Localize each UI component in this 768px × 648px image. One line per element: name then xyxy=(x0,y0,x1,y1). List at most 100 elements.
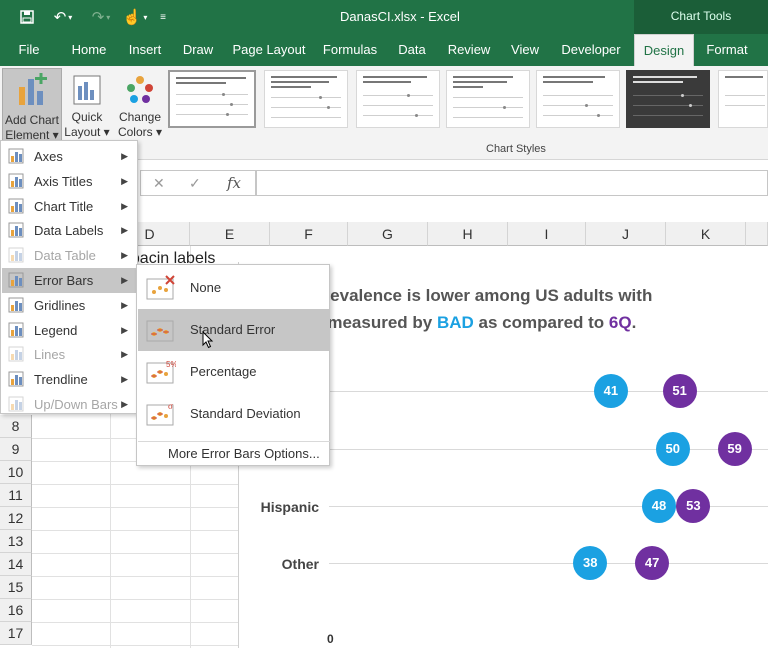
menu-item-up-down-bars: Up/Down Bars ▶ xyxy=(2,392,136,417)
tab-design[interactable]: Design xyxy=(634,34,694,66)
menu-item-chart-title[interactable]: Chart Title ▶ xyxy=(2,194,136,219)
column-header-partial[interactable] xyxy=(746,222,768,246)
row-header-10[interactable]: 10 xyxy=(0,461,32,484)
error-bars-percentage-label: Percentage xyxy=(190,364,257,379)
chart-style-3[interactable] xyxy=(356,70,440,128)
axes-icon xyxy=(8,148,24,164)
data-point-bad[interactable]: 48 xyxy=(642,489,676,523)
tab-home[interactable]: Home xyxy=(64,34,114,66)
save-icon[interactable] xyxy=(16,7,38,27)
chart-styles-group-label: Chart Styles xyxy=(486,143,546,155)
change-colors-label-1: Change xyxy=(118,110,162,124)
menu-item-gridlines[interactable]: Gridlines ▶ xyxy=(2,293,136,318)
row-header-11[interactable]: 11 xyxy=(0,484,32,507)
chart-style-4[interactable] xyxy=(446,70,530,128)
menu-item-data-labels[interactable]: Data Labels ▶ xyxy=(2,218,136,243)
formula-input[interactable] xyxy=(256,170,768,196)
row-header-13[interactable]: 13 xyxy=(0,530,32,553)
column-header-f[interactable]: F xyxy=(270,222,348,246)
chart-title[interactable]: y prevalence is lower among US adults wi… xyxy=(299,282,768,336)
add-chart-element-button[interactable]: Add Chart Element ▾ xyxy=(2,68,62,142)
svg-text:σ: σ xyxy=(168,401,173,411)
menu-item-axis-titles[interactable]: Axis Titles ▶ xyxy=(2,169,136,194)
data-point-sixq[interactable]: 47 xyxy=(635,546,670,580)
change-colors-label-2: Colors ▾ xyxy=(117,125,163,139)
x-axis-tick: 0 xyxy=(327,632,334,646)
row-header-15[interactable]: 15 xyxy=(0,576,32,599)
menu-item-label: Error Bars xyxy=(34,273,94,288)
updown-bars-icon xyxy=(8,396,24,412)
menu-item-label: Axis Titles xyxy=(34,173,93,189)
add-chart-element-icon xyxy=(19,73,47,105)
tab-format[interactable]: Format xyxy=(700,34,754,66)
grid-line xyxy=(32,599,238,600)
menu-item-label: Gridlines xyxy=(34,297,86,313)
chart-gridline xyxy=(329,391,768,392)
tab-review[interactable]: Review xyxy=(442,34,496,66)
error-bars-none-item[interactable]: None xyxy=(138,267,330,309)
row-header-14[interactable]: 14 xyxy=(0,553,32,576)
tab-file[interactable]: File xyxy=(8,34,50,66)
redo-icon: ↷ ▾ xyxy=(91,9,111,26)
chart-gridline xyxy=(329,449,768,450)
tab-view[interactable]: View xyxy=(504,34,546,66)
data-point-bad[interactable]: 50 xyxy=(655,432,690,466)
chart-style-2[interactable] xyxy=(264,70,348,128)
error-bars-std-dev-item[interactable]: σ Standard Deviation xyxy=(138,393,330,435)
more-error-bars-options[interactable]: More Error Bars Options... xyxy=(138,441,330,465)
menu-item-axes[interactable]: Axes ▶ xyxy=(2,144,136,169)
chart-style-5[interactable] xyxy=(536,70,620,128)
column-header-h[interactable]: H xyxy=(428,222,508,246)
chart-title-line-1: y prevalence is lower among US adults wi… xyxy=(299,286,653,305)
column-header-k[interactable]: K xyxy=(666,222,746,246)
row-header-16[interactable]: 16 xyxy=(0,599,32,622)
column-header-i[interactable]: I xyxy=(508,222,586,246)
data-point-bad[interactable]: 38 xyxy=(573,546,608,580)
row-header-8[interactable]: 8 xyxy=(0,415,32,438)
data-point-sixq[interactable]: 59 xyxy=(717,432,752,466)
row-header-17[interactable]: 17 xyxy=(0,622,32,645)
chart-style-7[interactable] xyxy=(718,70,768,128)
menu-item-error-bars[interactable]: Error Bars ▶ xyxy=(2,268,136,293)
chevron-right-icon: ▶ xyxy=(121,349,128,360)
undo-icon[interactable]: ↶ ▾ xyxy=(48,7,78,27)
data-point-bad[interactable]: 41 xyxy=(593,374,628,408)
column-header-j[interactable]: J xyxy=(586,222,666,246)
tab-developer[interactable]: Developer xyxy=(554,34,628,66)
customize-qat-icon[interactable]: ≡ xyxy=(156,7,170,27)
error-bars-percentage-item[interactable]: 5% Percentage xyxy=(138,351,330,393)
menu-item-data-table: Data Table ▶ xyxy=(2,243,136,268)
quick-layout-icon xyxy=(73,75,101,105)
ribbon-tabs: File Home Insert Draw Page Layout Formul… xyxy=(0,34,768,66)
insert-function-icon[interactable]: fx xyxy=(227,174,241,192)
chart-style-1[interactable] xyxy=(168,70,256,128)
chart-title-line-2: ies measured by BAD as compared to 6Q. xyxy=(299,309,768,336)
touch-mode-icon[interactable]: ☝ ▾ xyxy=(120,7,150,27)
error-bars-standard-error-item[interactable]: Standard Error xyxy=(138,309,330,351)
row-header-9[interactable]: 9 xyxy=(0,438,32,461)
chart-style-6[interactable] xyxy=(626,70,710,128)
menu-item-legend[interactable]: Legend ▶ xyxy=(2,318,136,343)
enter-icon[interactable]: ✓ xyxy=(189,175,201,192)
quick-layout-button[interactable]: Quick Layout ▾ xyxy=(64,68,110,142)
menu-item-trendline[interactable]: Trendline ▶ xyxy=(2,367,136,392)
tab-formulas[interactable]: Formulas xyxy=(318,34,382,66)
tab-data[interactable]: Data xyxy=(392,34,432,66)
menu-item-label: Lines xyxy=(34,347,66,363)
tab-draw[interactable]: Draw xyxy=(176,34,220,66)
change-colors-button[interactable]: Change Colors ▾ xyxy=(116,68,164,142)
lines-icon xyxy=(8,346,24,362)
data-point-sixq[interactable]: 51 xyxy=(662,374,697,408)
tab-insert[interactable]: Insert xyxy=(122,34,168,66)
row-header-12[interactable]: 12 xyxy=(0,507,32,530)
column-header-e[interactable]: E xyxy=(190,222,270,246)
chevron-right-icon: ▶ xyxy=(121,374,128,385)
chart-styles-gallery xyxy=(166,70,768,134)
title-bar: ↶ ▾ ↷ ▾ ☝ ▾ ≡ DanasCI.xlsx - Excel Chart To… xyxy=(0,0,768,34)
data-point-sixq[interactable]: 53 xyxy=(676,489,711,523)
chevron-right-icon: ▶ xyxy=(121,299,128,310)
grid-line xyxy=(32,576,238,577)
tab-page-layout[interactable]: Page Layout xyxy=(228,34,310,66)
cancel-icon[interactable]: ✕ xyxy=(153,175,165,192)
column-header-g[interactable]: G xyxy=(348,222,428,246)
